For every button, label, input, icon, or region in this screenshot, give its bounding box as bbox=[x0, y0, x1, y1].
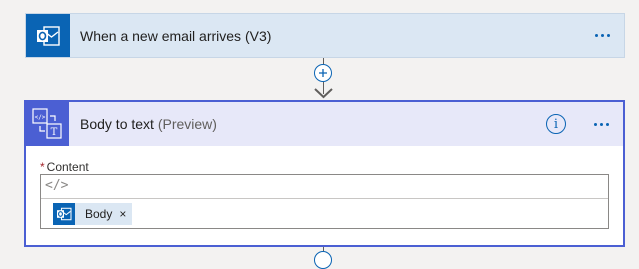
svg-text:T: T bbox=[51, 127, 58, 138]
trigger-more-options-button[interactable] bbox=[595, 14, 610, 57]
field-divider bbox=[41, 198, 608, 199]
add-step-button[interactable] bbox=[314, 251, 332, 269]
action-card: </> T Body to text (Preview) i * Content … bbox=[24, 100, 625, 247]
action-title-text: Body to text bbox=[80, 116, 154, 132]
ellipsis-dot-icon bbox=[600, 122, 603, 126]
trigger-card[interactable]: When a new email arrives (V3) bbox=[25, 13, 625, 58]
remove-token-button[interactable]: × bbox=[119, 207, 126, 221]
content-input[interactable]: </> Body × bbox=[40, 174, 609, 229]
ellipsis-dot-icon bbox=[595, 34, 598, 37]
html-to-text-icon: </> T bbox=[26, 102, 69, 146]
action-card-header[interactable]: </> T Body to text (Preview) i bbox=[26, 102, 623, 146]
required-marker: * bbox=[40, 160, 45, 174]
info-icon[interactable]: i bbox=[546, 114, 566, 134]
ellipsis-dot-icon bbox=[606, 122, 609, 126]
code-view-icon[interactable]: </> bbox=[45, 178, 68, 193]
token-label: Body bbox=[85, 207, 113, 221]
add-step-button[interactable] bbox=[314, 64, 332, 82]
svg-text:</>: </> bbox=[35, 114, 46, 121]
ellipsis-dot-icon bbox=[601, 34, 604, 37]
content-field-label: * Content bbox=[40, 160, 89, 174]
outlook-icon bbox=[53, 203, 75, 225]
content-label-text: Content bbox=[46, 160, 89, 174]
action-title: Body to text (Preview) bbox=[80, 102, 217, 146]
arrow-down-icon bbox=[314, 88, 333, 99]
ellipsis-dot-icon bbox=[607, 34, 610, 37]
trigger-title: When a new email arrives (V3) bbox=[80, 28, 272, 44]
dynamic-content-token[interactable]: Body × bbox=[53, 203, 133, 225]
plus-icon bbox=[319, 69, 327, 77]
ellipsis-dot-icon bbox=[594, 122, 597, 126]
outlook-icon bbox=[26, 14, 70, 57]
preview-tag: (Preview) bbox=[157, 116, 217, 132]
action-more-options-button[interactable] bbox=[594, 102, 609, 146]
